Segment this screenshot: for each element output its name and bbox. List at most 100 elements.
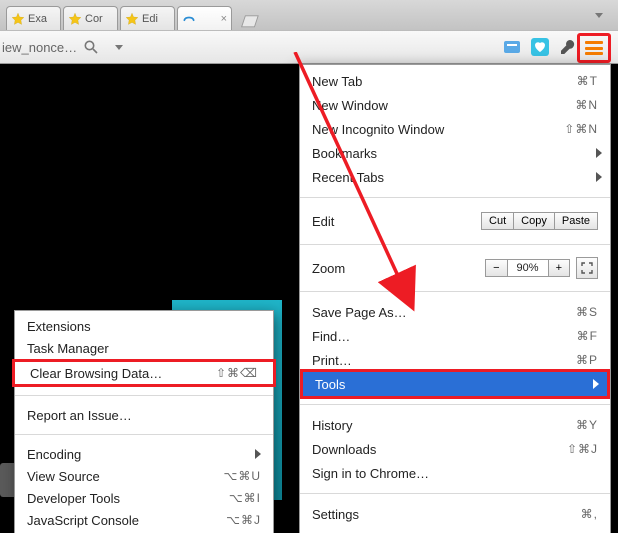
paste-button[interactable]: Paste bbox=[555, 212, 598, 230]
menu-separator bbox=[300, 493, 610, 494]
submenu-developer-tools[interactable]: Developer Tools ⌥⌘I bbox=[15, 487, 273, 509]
menu-new-tab[interactable]: New Tab ⌘T bbox=[300, 69, 610, 93]
submenu-task-manager[interactable]: Task Manager bbox=[15, 337, 273, 359]
tools-submenu: Extensions Task Manager Clear Browsing D… bbox=[14, 310, 274, 533]
menu-bookmarks[interactable]: Bookmarks bbox=[300, 141, 610, 165]
extension-icon-heart[interactable] bbox=[529, 36, 551, 58]
submenu-report-issue[interactable]: Report an Issue… bbox=[15, 404, 273, 426]
menu-separator bbox=[300, 291, 610, 292]
zoom-button-group: − 90% + bbox=[485, 259, 570, 277]
submenu-arrow-icon bbox=[596, 148, 602, 158]
menu-label: Recent Tabs bbox=[312, 170, 598, 185]
extension-icon-wrench[interactable] bbox=[557, 36, 579, 58]
menu-shortcut: ⌥⌘U bbox=[224, 469, 262, 483]
menu-label: Report an Issue… bbox=[27, 408, 261, 423]
menu-settings[interactable]: Settings ⌘, bbox=[300, 502, 610, 526]
chrome-menu-button[interactable] bbox=[577, 33, 611, 63]
menu-separator bbox=[300, 197, 610, 198]
submenu-clear-browsing-data[interactable]: Clear Browsing Data… ⇧⌘⌫ bbox=[12, 359, 276, 387]
tab-1[interactable]: Cor bbox=[63, 6, 118, 30]
menu-label: Sign in to Chrome… bbox=[312, 466, 598, 481]
menu-label: Extensions bbox=[27, 319, 261, 334]
cut-button[interactable]: Cut bbox=[481, 212, 514, 230]
tabstrip-expand-icon[interactable] bbox=[588, 4, 610, 26]
menu-separator bbox=[300, 244, 610, 245]
edit-button-group: Cut Copy Paste bbox=[481, 212, 598, 230]
menu-label: View Source bbox=[27, 469, 224, 484]
chrome-main-menu: New Tab ⌘T New Window ⌘N New Incognito W… bbox=[299, 64, 611, 533]
menu-label: Clear Browsing Data… bbox=[30, 366, 216, 381]
submenu-extensions[interactable]: Extensions bbox=[15, 315, 273, 337]
submenu-arrow-icon bbox=[593, 379, 599, 389]
copy-button[interactable]: Copy bbox=[514, 212, 555, 230]
star-icon bbox=[125, 12, 139, 26]
menu-tools[interactable]: Tools bbox=[300, 369, 610, 399]
menu-label: Bookmarks bbox=[312, 146, 598, 161]
tab-2[interactable]: Edi bbox=[120, 6, 175, 30]
menu-label: New Tab bbox=[312, 74, 577, 89]
menu-shortcut: ⇧⌘N bbox=[564, 122, 598, 136]
menu-new-window[interactable]: New Window ⌘N bbox=[300, 93, 610, 117]
menu-label: Zoom bbox=[312, 261, 485, 276]
tab-label: Cor bbox=[85, 13, 103, 25]
fullscreen-icon bbox=[581, 262, 593, 274]
submenu-javascript-console[interactable]: JavaScript Console ⌥⌘J bbox=[15, 509, 273, 531]
menu-about[interactable]: About Google Chrome bbox=[300, 526, 610, 533]
omnibox-fragment[interactable]: iew_nonce… bbox=[0, 40, 77, 55]
menu-shortcut: ⌘P bbox=[576, 353, 598, 367]
zoom-value: 90% bbox=[508, 259, 548, 277]
menu-save-page[interactable]: Save Page As… ⌘S bbox=[300, 300, 610, 324]
menu-find[interactable]: Find… ⌘F bbox=[300, 324, 610, 348]
menu-shortcut: ⇧⌘⌫ bbox=[216, 366, 258, 380]
dropdown-icon[interactable] bbox=[108, 36, 130, 58]
menu-incognito[interactable]: New Incognito Window ⇧⌘N bbox=[300, 117, 610, 141]
menu-label: Tools bbox=[315, 377, 595, 392]
menu-label: New Window bbox=[312, 98, 575, 113]
menu-label: Task Manager bbox=[27, 341, 261, 356]
menu-recent-tabs[interactable]: Recent Tabs bbox=[300, 165, 610, 189]
hamburger-icon bbox=[585, 41, 603, 55]
menu-edit-row: Edit Cut Copy Paste bbox=[300, 206, 610, 236]
menu-label: Downloads bbox=[312, 442, 567, 457]
tab-label: Edi bbox=[142, 13, 158, 25]
menu-label: Find… bbox=[312, 329, 577, 344]
menu-shortcut: ⌘N bbox=[575, 98, 598, 112]
fullscreen-button[interactable] bbox=[576, 257, 598, 279]
menu-label: Save Page As… bbox=[312, 305, 576, 320]
tab-strip: Exa Cor Edi × bbox=[0, 0, 618, 30]
menu-shortcut: ⌘T bbox=[577, 74, 598, 88]
submenu-view-source[interactable]: View Source ⌥⌘U bbox=[15, 465, 273, 487]
menu-separator bbox=[300, 404, 610, 405]
menu-shortcut: ⌥⌘I bbox=[229, 491, 261, 505]
menu-label: History bbox=[312, 418, 576, 433]
menu-label: Encoding bbox=[27, 447, 255, 462]
extension-icon-blue[interactable] bbox=[501, 36, 523, 58]
menu-history[interactable]: History ⌘Y bbox=[300, 413, 610, 437]
menu-shortcut: ⌘F bbox=[577, 329, 598, 343]
menu-shortcut: ⌘Y bbox=[576, 418, 598, 432]
menu-label: Settings bbox=[312, 507, 581, 522]
menu-label: Print… bbox=[312, 353, 576, 368]
menu-shortcut: ⌘S bbox=[576, 305, 598, 319]
search-icon[interactable] bbox=[80, 36, 102, 58]
star-icon bbox=[68, 12, 82, 26]
tab-label: Exa bbox=[28, 13, 47, 25]
new-tab-button[interactable] bbox=[238, 14, 260, 30]
submenu-arrow-icon bbox=[255, 449, 261, 459]
tab-3-active[interactable]: × bbox=[177, 6, 232, 30]
loading-icon bbox=[182, 12, 196, 26]
menu-separator bbox=[15, 434, 273, 435]
menu-shortcut: ⇧⌘J bbox=[567, 442, 598, 456]
tab-0[interactable]: Exa bbox=[6, 6, 61, 30]
menu-separator bbox=[15, 395, 273, 396]
tab-close-icon[interactable]: × bbox=[221, 13, 227, 25]
menu-label: Edit bbox=[312, 214, 481, 229]
menu-shortcut: ⌘, bbox=[581, 507, 598, 521]
zoom-in-button[interactable]: + bbox=[548, 259, 570, 277]
menu-downloads[interactable]: Downloads ⇧⌘J bbox=[300, 437, 610, 461]
submenu-encoding[interactable]: Encoding bbox=[15, 443, 273, 465]
menu-signin[interactable]: Sign in to Chrome… bbox=[300, 461, 610, 485]
menu-label: New Incognito Window bbox=[312, 122, 564, 137]
zoom-out-button[interactable]: − bbox=[485, 259, 507, 277]
menu-label: Developer Tools bbox=[27, 491, 229, 506]
